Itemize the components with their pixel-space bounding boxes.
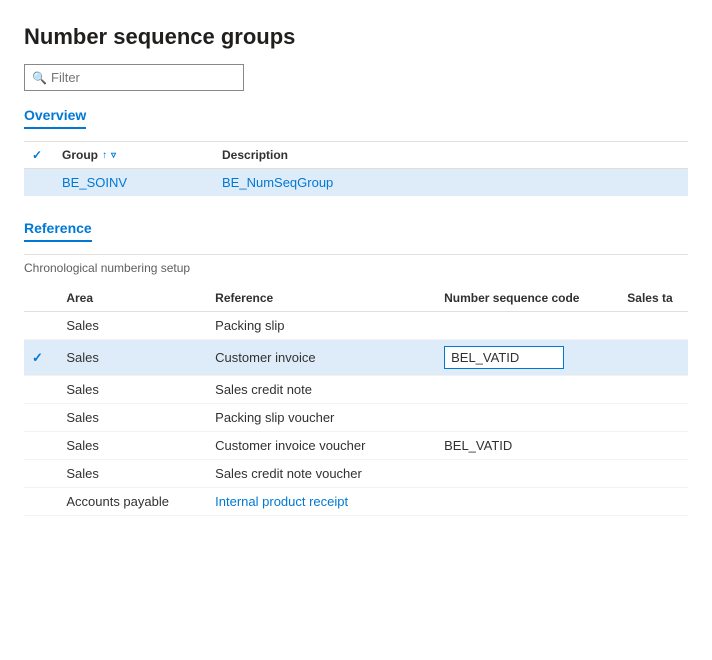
ref-row-numseq bbox=[436, 404, 619, 432]
ref-row-salesta bbox=[619, 376, 688, 404]
sort-icon: ↑ bbox=[102, 150, 107, 161]
filter-input[interactable] bbox=[24, 64, 244, 91]
overview-row-group: BE_SOINV bbox=[54, 169, 214, 197]
reference-tab-label: Reference bbox=[24, 220, 92, 242]
ref-row-salesta bbox=[619, 488, 688, 516]
ref-row-reference: Customer invoice voucher bbox=[207, 432, 436, 460]
ref-row-check bbox=[24, 312, 58, 340]
ref-row-area: Sales bbox=[58, 312, 207, 340]
ref-table-row[interactable]: SalesPacking slip voucher bbox=[24, 404, 688, 432]
overview-row-description: BE_NumSeqGroup bbox=[214, 169, 688, 197]
ref-row-area: Sales bbox=[58, 460, 207, 488]
ref-row-numseq bbox=[436, 460, 619, 488]
ref-link[interactable]: Internal product receipt bbox=[215, 494, 348, 509]
ref-row-check: ✓ bbox=[24, 340, 58, 376]
ref-col-reference: Reference bbox=[207, 285, 436, 312]
ref-row-numseq bbox=[436, 376, 619, 404]
reference-section: Reference Chronological numbering setup … bbox=[24, 220, 688, 516]
ref-row-reference: Customer invoice bbox=[207, 340, 436, 376]
ref-row-area: Sales bbox=[58, 340, 207, 376]
ref-table-row[interactable]: Accounts payable Internal product receipt bbox=[24, 488, 688, 516]
ref-row-reference: Packing slip bbox=[207, 312, 436, 340]
ref-row-numseq[interactable] bbox=[436, 340, 619, 376]
filter-icon: ▿ bbox=[111, 150, 116, 161]
ref-row-area: Sales bbox=[58, 432, 207, 460]
ref-row-check bbox=[24, 376, 58, 404]
ref-row-check bbox=[24, 432, 58, 460]
overview-col-check: ✓ bbox=[24, 142, 54, 169]
overview-row-check bbox=[24, 169, 54, 197]
ref-row-area: Accounts payable bbox=[58, 488, 207, 516]
ref-row-numseq bbox=[436, 488, 619, 516]
ref-row-numseq bbox=[436, 312, 619, 340]
page-container: Number sequence groups 🔍 Overview ✓ Grou… bbox=[0, 0, 712, 660]
overview-tab[interactable]: Overview bbox=[24, 107, 688, 141]
ref-row-salesta bbox=[619, 312, 688, 340]
ref-row-salesta bbox=[619, 460, 688, 488]
ref-row-check bbox=[24, 460, 58, 488]
overview-table: ✓ Group ↑ ▿ Description BE_SOINV BE_NumS… bbox=[24, 142, 688, 196]
overview-table-row[interactable]: BE_SOINV BE_NumSeqGroup bbox=[24, 169, 688, 197]
ref-col-salesta: Sales ta bbox=[619, 285, 688, 312]
ref-row-reference: Packing slip voucher bbox=[207, 404, 436, 432]
ref-row-numseq: BEL_VATID bbox=[436, 432, 619, 460]
page-title: Number sequence groups bbox=[24, 24, 688, 50]
ref-row-salesta bbox=[619, 432, 688, 460]
overview-col-description: Description bbox=[214, 142, 688, 169]
overview-tab-label: Overview bbox=[24, 107, 86, 129]
ref-col-numseq: Number sequence code bbox=[436, 285, 619, 312]
search-icon: 🔍 bbox=[32, 71, 47, 85]
reference-sublabel: Chronological numbering setup bbox=[24, 261, 688, 275]
ref-row-area: Sales bbox=[58, 404, 207, 432]
ref-table-row[interactable]: ✓ SalesCustomer invoice bbox=[24, 340, 688, 376]
filter-input-wrap: 🔍 bbox=[24, 64, 244, 91]
ref-row-reference: Sales credit note voucher bbox=[207, 460, 436, 488]
ref-col-check bbox=[24, 285, 58, 312]
numseq-input[interactable] bbox=[444, 346, 564, 369]
checkmark-icon: ✓ bbox=[32, 350, 43, 365]
ref-col-area: Area bbox=[58, 285, 207, 312]
reference-divider bbox=[24, 254, 688, 255]
ref-row-area: Sales bbox=[58, 376, 207, 404]
ref-table-row[interactable]: SalesSales credit note voucher bbox=[24, 460, 688, 488]
ref-row-reference: Sales credit note bbox=[207, 376, 436, 404]
ref-row-reference[interactable]: Internal product receipt bbox=[207, 488, 436, 516]
ref-table-row[interactable]: SalesCustomer invoice voucherBEL_VATID bbox=[24, 432, 688, 460]
ref-row-check bbox=[24, 488, 58, 516]
ref-table-row[interactable]: SalesPacking slip bbox=[24, 312, 688, 340]
reference-table: Area Reference Number sequence code Sale… bbox=[24, 285, 688, 516]
ref-row-salesta bbox=[619, 404, 688, 432]
ref-row-salesta bbox=[619, 340, 688, 376]
reference-tab[interactable]: Reference bbox=[24, 220, 688, 254]
ref-table-row[interactable]: SalesSales credit note bbox=[24, 376, 688, 404]
ref-row-check bbox=[24, 404, 58, 432]
overview-col-group: Group ↑ ▿ bbox=[54, 142, 214, 169]
